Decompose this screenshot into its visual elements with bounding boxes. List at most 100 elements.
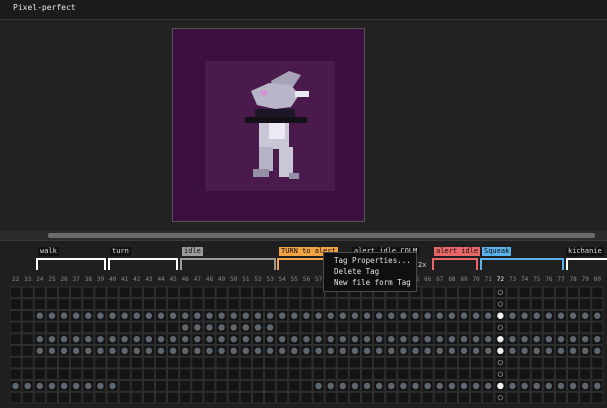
cel[interactable] [567,321,580,334]
cel[interactable] [554,321,568,334]
cel[interactable] [470,356,483,369]
cel[interactable] [591,356,604,369]
cel[interactable] [264,298,277,310]
cel[interactable] [470,286,483,299]
cel[interactable] [276,356,289,369]
cel[interactable] [154,380,168,392]
cel[interactable] [300,298,313,310]
cel[interactable] [106,368,119,381]
tag-alert-idle-bracket[interactable] [432,258,478,270]
cel[interactable] [33,321,46,334]
cel-grid[interactable] [10,275,607,405]
cel[interactable] [154,298,168,310]
cel[interactable] [385,321,398,334]
cel[interactable] [154,368,168,381]
cel[interactable] [409,368,422,381]
cel[interactable] [409,321,422,334]
cel[interactable] [167,298,180,310]
cel[interactable] [530,356,543,369]
cel[interactable] [288,391,301,404]
cel[interactable] [191,380,204,392]
cel[interactable] [264,368,277,381]
cel[interactable] [191,286,204,299]
cel[interactable] [433,368,446,381]
cel[interactable] [70,321,83,334]
cel[interactable] [421,391,434,404]
cel[interactable] [251,298,265,310]
cel[interactable] [276,368,289,381]
cel[interactable] [433,356,446,369]
cel[interactable] [70,286,83,299]
cel[interactable] [203,356,216,369]
cel[interactable] [203,368,216,381]
cel[interactable] [10,298,22,310]
cel[interactable] [130,356,143,369]
horizontal-scrollbar[interactable] [0,231,607,240]
cel[interactable] [567,391,580,404]
cel[interactable] [276,391,289,404]
cel[interactable] [167,391,180,404]
cel[interactable] [45,286,58,299]
cel[interactable] [10,368,22,381]
cel[interactable] [191,368,204,381]
cel[interactable] [276,298,289,310]
cel[interactable] [336,321,349,334]
cel[interactable] [130,368,143,381]
cel[interactable] [336,298,349,310]
cel[interactable] [300,368,313,381]
cel[interactable] [251,380,265,392]
cel[interactable] [457,286,471,299]
sprite-canvas[interactable] [172,28,365,222]
cel[interactable] [191,298,204,310]
cel[interactable] [288,286,301,299]
cel[interactable] [579,368,592,381]
cel[interactable] [421,286,434,299]
cel[interactable] [470,391,483,404]
cel[interactable] [82,356,95,369]
cel[interactable] [542,368,555,381]
cel[interactable] [579,321,592,334]
cel[interactable] [106,298,119,310]
cel[interactable] [45,298,58,310]
tag-idle-bracket[interactable] [180,258,276,270]
tag-kichanie[interactable]: kichanie [566,247,604,256]
cel[interactable] [203,391,216,404]
cel[interactable] [118,321,131,334]
cel[interactable] [445,286,458,299]
cel[interactable] [300,356,313,369]
cel[interactable] [10,309,22,322]
cel[interactable] [312,391,325,404]
cel[interactable] [288,321,301,334]
cel[interactable] [506,286,519,299]
tag-turn-bracket[interactable] [108,258,178,270]
tag-walk[interactable]: walk [38,247,59,256]
cel[interactable] [239,356,252,369]
cel[interactable] [154,356,168,369]
tag-idle[interactable]: idle [182,247,203,256]
cel[interactable] [457,321,471,334]
cel[interactable] [239,380,252,392]
cel[interactable] [506,321,519,334]
cel[interactable] [445,391,458,404]
cel[interactable] [518,391,531,404]
cel[interactable] [21,321,34,334]
cel[interactable] [94,391,107,404]
cel[interactable] [348,298,361,310]
cel[interactable] [518,298,531,310]
cel[interactable] [409,298,422,310]
cel[interactable] [82,368,95,381]
cel[interactable] [21,286,34,299]
cel[interactable] [215,298,228,310]
cel[interactable] [421,298,434,310]
tag-kichanie-bracket[interactable] [566,258,607,270]
cel[interactable] [142,391,155,404]
cel[interactable] [373,368,386,381]
cel[interactable] [494,356,507,369]
cel[interactable] [470,321,483,334]
cel[interactable] [203,286,216,299]
tag-turn[interactable]: turn [110,247,131,256]
cel[interactable] [203,298,216,310]
cel[interactable] [494,391,507,404]
cel[interactable] [542,298,555,310]
cel[interactable] [421,321,434,334]
